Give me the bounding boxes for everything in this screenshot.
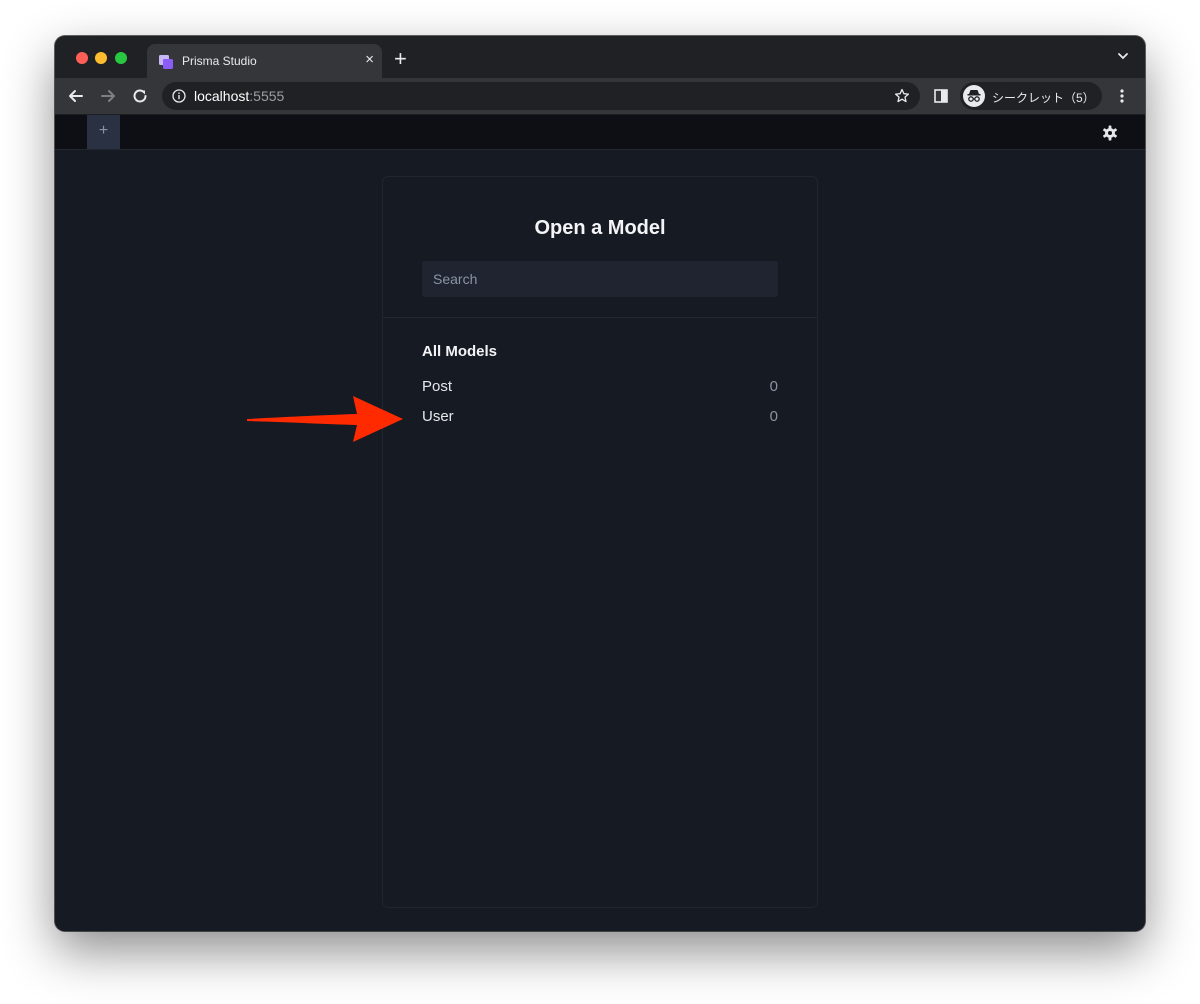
panel-title: Open a Model — [534, 217, 666, 239]
bookmark-star-icon[interactable] — [894, 88, 910, 104]
url-host: localhost — [194, 88, 250, 104]
studio-content: Open a Model All Models Post 0 User 0 — [55, 150, 1145, 931]
divider — [383, 317, 817, 318]
window-maximize-button[interactable] — [115, 52, 127, 64]
model-name: Post — [422, 378, 453, 395]
reload-icon[interactable] — [131, 87, 149, 105]
annotation-arrow-icon — [247, 396, 403, 442]
model-search-input[interactable] — [422, 261, 778, 297]
address-bar[interactable]: localhost:5555 — [162, 82, 920, 110]
back-arrow-icon[interactable] — [67, 87, 85, 105]
model-row-post[interactable]: Post 0 — [422, 378, 778, 402]
browser-toolbar: localhost:5555 シークレット（5） — [55, 78, 1145, 115]
forward-arrow-icon[interactable] — [99, 87, 117, 105]
tab-title: Prisma Studio — [182, 54, 257, 68]
browser-window: Prisma Studio × + localhost:5555 シークレット（… — [55, 36, 1145, 931]
url-port: :5555 — [249, 88, 285, 104]
side-panel-icon[interactable] — [934, 89, 948, 103]
model-count: 0 — [769, 408, 778, 425]
tab-search-chevron-icon[interactable] — [1117, 50, 1129, 62]
tab-strip: Prisma Studio × + — [55, 36, 1145, 78]
incognito-icon — [963, 85, 985, 107]
window-close-button[interactable] — [76, 52, 88, 64]
model-name: User — [422, 408, 454, 425]
open-model-panel: Open a Model All Models Post 0 User 0 — [382, 176, 818, 908]
prisma-favicon-icon — [159, 55, 173, 69]
model-count: 0 — [769, 378, 778, 395]
settings-gear-icon[interactable] — [1102, 125, 1118, 141]
incognito-profile-button[interactable]: シークレット（5） — [960, 82, 1102, 110]
add-tab-button[interactable]: + — [87, 115, 120, 149]
tab-prisma-studio[interactable]: Prisma Studio × — [147, 44, 382, 78]
browser-menu-icon[interactable] — [1119, 88, 1125, 104]
incognito-label: シークレット（5） — [992, 91, 1095, 105]
url-text: localhost:5555 — [194, 88, 284, 104]
model-row-user[interactable]: User 0 — [422, 408, 778, 432]
all-models-heading: All Models — [422, 343, 498, 360]
window-minimize-button[interactable] — [95, 52, 107, 64]
tab-close-icon[interactable]: × — [365, 51, 374, 69]
studio-app-bar: + — [55, 115, 1145, 150]
new-tab-button[interactable]: + — [394, 48, 407, 70]
site-info-icon[interactable] — [172, 89, 186, 103]
